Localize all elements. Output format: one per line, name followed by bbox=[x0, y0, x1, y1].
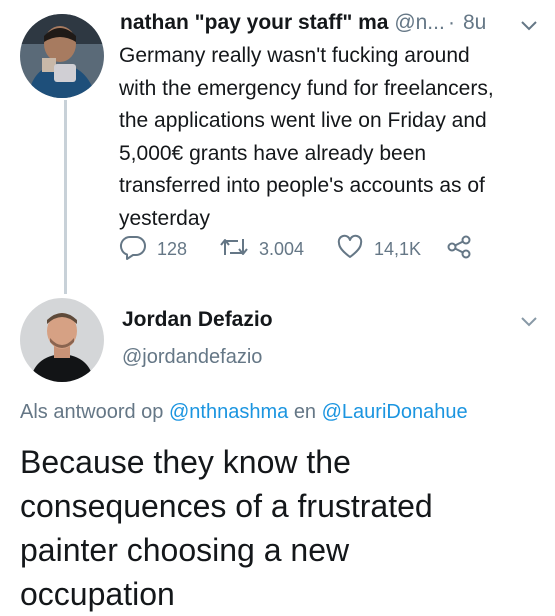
tweet-text-line: 5,000€ grants have already been bbox=[119, 141, 427, 165]
avatar[interactable] bbox=[20, 298, 104, 382]
chevron-down-icon[interactable] bbox=[519, 312, 539, 337]
share-button[interactable] bbox=[445, 232, 473, 266]
author-handle[interactable]: @n... bbox=[394, 11, 445, 34]
like-count: 14,1K bbox=[374, 238, 422, 259]
retweet-icon bbox=[219, 233, 249, 266]
chevron-down-icon[interactable] bbox=[519, 16, 539, 42]
tweet-text-line: painter choosing a new bbox=[20, 532, 350, 568]
tweet-text: Germany really wasn't fucking around wit… bbox=[119, 40, 547, 235]
tweet-text-line: with the emergency fund for freelancers, bbox=[119, 76, 494, 100]
tweet-text-line: Because they know the bbox=[20, 444, 351, 480]
tweet-header: nathan "pay your staff" ma @n... · 8u bbox=[120, 11, 545, 41]
author-name[interactable]: Jordan Defazio bbox=[122, 308, 273, 332]
like-button[interactable]: 14,1K bbox=[336, 232, 421, 266]
tweet-text-line: Germany really wasn't fucking around bbox=[119, 44, 470, 67]
tweet-text-line: the applications went live on Friday and bbox=[119, 109, 487, 132]
tweet-text-line: consequences of a frustrated bbox=[20, 488, 433, 524]
author-name[interactable]: nathan "pay your staff" ma bbox=[120, 11, 388, 34]
tweet-text-line: transferred into people's accounts as of bbox=[119, 174, 485, 197]
tweet-timestamp[interactable]: 8u bbox=[463, 11, 486, 35]
reply-prefix: Als antwoord op bbox=[20, 401, 164, 423]
tweet-text-line: occupation bbox=[20, 576, 175, 612]
reply-icon bbox=[119, 233, 147, 266]
separator-dot: · bbox=[448, 11, 455, 34]
thread-connector-line bbox=[64, 100, 67, 294]
retweet-count: 3.004 bbox=[259, 238, 305, 259]
replying-to-context: Als antwoord op @nthnashma en @LauriDona… bbox=[20, 401, 468, 424]
conjunction: en bbox=[293, 401, 317, 423]
like-icon bbox=[336, 233, 364, 266]
avatar[interactable] bbox=[20, 14, 104, 98]
tweet-text-line: yesterday bbox=[119, 206, 211, 230]
mention-link[interactable]: @nthnashma bbox=[169, 401, 288, 423]
share-icon bbox=[445, 233, 473, 266]
retweet-button[interactable]: 3.004 bbox=[219, 232, 304, 266]
tweet-text: Because they know the consequences of a … bbox=[20, 440, 540, 616]
author-handle[interactable]: @jordandefazio bbox=[122, 346, 262, 369]
reply-count: 128 bbox=[157, 238, 188, 259]
reply-button[interactable]: 128 bbox=[119, 232, 187, 266]
mention-link[interactable]: @LauriDonahue bbox=[322, 401, 468, 423]
tweet-actions: 128 3.004 14,1K bbox=[119, 232, 539, 266]
